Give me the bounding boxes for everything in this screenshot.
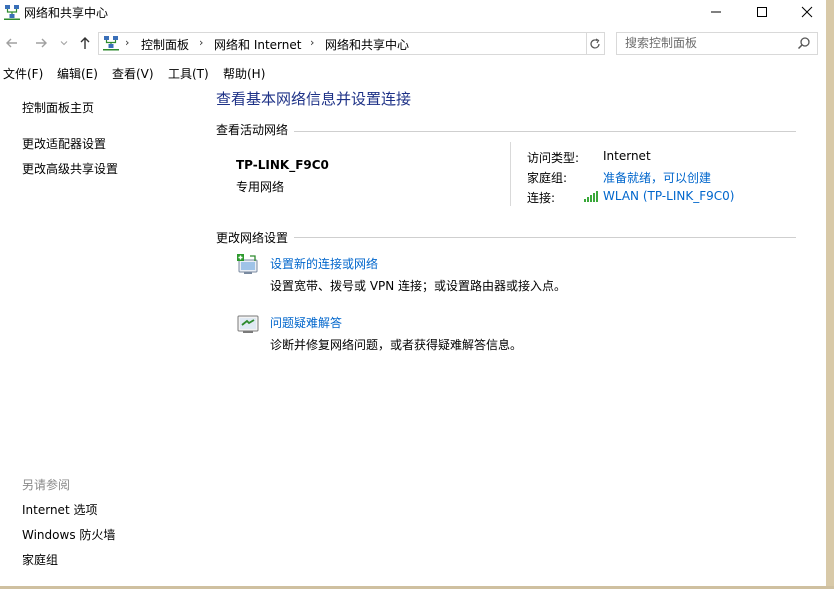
network-info-divider	[510, 142, 511, 206]
connection-label: 连接:	[527, 191, 556, 205]
network-name: TP-LINK_F9C0	[236, 158, 329, 172]
back-button[interactable]	[3, 34, 21, 52]
search-input[interactable]	[625, 35, 795, 51]
menu-view[interactable]: 查看(V)	[112, 65, 154, 82]
network-type: 专用网络	[236, 180, 285, 194]
recent-locations-button[interactable]	[58, 34, 70, 52]
section-divider	[294, 131, 796, 132]
forward-button[interactable]	[32, 34, 50, 52]
breadcrumb-control-panel[interactable]: 控制面板	[141, 36, 189, 53]
breadcrumb-network-sharing-center[interactable]: 网络和共享中心	[325, 36, 409, 53]
control-panel-icon	[103, 36, 119, 51]
title-bar[interactable]: 网络和共享中心	[0, 0, 826, 24]
address-bar[interactable]: › 控制面板 › 网络和 Internet › 网络和共享中心	[98, 32, 675, 55]
breadcrumb-separator-icon[interactable]: ›	[125, 36, 129, 49]
search-box[interactable]	[616, 32, 818, 55]
up-arrow-icon	[80, 37, 90, 49]
forward-arrow-icon	[36, 38, 47, 48]
wifi-signal-icon	[584, 191, 598, 202]
access-type-value: Internet	[603, 149, 651, 163]
troubleshoot-problems-description: 诊断并修复网络问题，或者获得疑难解答信息。	[270, 338, 523, 352]
menu-bar: 文件(F) 编辑(E) 查看(V) 工具(T) 帮助(H)	[0, 62, 826, 82]
homegroup-status-link[interactable]: 准备就绪，可以创建	[603, 169, 711, 186]
network-sharing-center-window: 网络和共享中心 › 控制面板 › 网络和 Internet › 网络和共享中心 …	[0, 0, 834, 589]
internet-options-link[interactable]: Internet 选项	[22, 501, 97, 518]
desktop-edge	[826, 0, 834, 589]
menu-tools[interactable]: 工具(T)	[168, 65, 209, 82]
section-divider	[294, 237, 796, 238]
left-navigation-pane: 控制面板主页 更改适配器设置 更改高级共享设置 另请参阅 Internet 选项…	[0, 82, 205, 586]
troubleshoot-icon	[237, 315, 259, 333]
maximize-button[interactable]	[739, 0, 785, 24]
window-title: 网络和共享中心	[24, 6, 109, 20]
minimize-icon	[711, 11, 721, 13]
menu-edit[interactable]: 编辑(E)	[57, 65, 98, 82]
search-icon[interactable]	[797, 36, 811, 50]
homegroup-label: 家庭组:	[527, 171, 568, 185]
new-connection-icon	[237, 254, 258, 274]
setup-new-connection-description: 设置宽带、拨号或 VPN 连接；或设置路由器或接入点。	[270, 279, 567, 293]
menu-help[interactable]: 帮助(H)	[223, 65, 265, 82]
menu-file[interactable]: 文件(F)	[3, 65, 43, 82]
maximize-icon	[757, 7, 767, 17]
change-network-settings-header: 更改网络设置	[216, 231, 289, 245]
change-advanced-sharing-link[interactable]: 更改高级共享设置	[22, 160, 118, 177]
breadcrumb-network-internet[interactable]: 网络和 Internet	[214, 36, 301, 53]
network-icon	[4, 5, 20, 20]
breadcrumb-separator-icon[interactable]: ›	[310, 36, 314, 49]
up-button[interactable]	[76, 34, 94, 52]
see-also-title: 另请参阅	[22, 478, 71, 492]
connection-wlan-link[interactable]: WLAN (TP-LINK_F9C0)	[603, 189, 734, 203]
navigation-bar: › 控制面板 › 网络和 Internet › 网络和共享中心	[0, 30, 826, 56]
refresh-button[interactable]	[585, 32, 605, 55]
refresh-icon	[589, 37, 600, 49]
homegroup-link[interactable]: 家庭组	[22, 551, 58, 568]
windows-firewall-link[interactable]: Windows 防火墙	[22, 526, 115, 543]
close-icon	[801, 6, 813, 18]
setup-new-connection-link[interactable]: 设置新的连接或网络	[270, 255, 378, 272]
page-title: 查看基本网络信息并设置连接	[216, 90, 412, 108]
change-adapter-settings-link[interactable]: 更改适配器设置	[22, 135, 106, 152]
troubleshoot-problems-link[interactable]: 问题疑难解答	[270, 314, 342, 331]
control-panel-home-link[interactable]: 控制面板主页	[22, 99, 94, 116]
access-type-label: 访问类型:	[527, 151, 580, 165]
close-button[interactable]	[784, 0, 830, 24]
breadcrumb-separator-icon[interactable]: ›	[199, 36, 203, 49]
active-networks-header: 查看活动网络	[216, 123, 289, 137]
chevron-down-icon	[60, 41, 68, 46]
minimize-button[interactable]	[693, 0, 739, 24]
back-arrow-icon	[6, 38, 17, 48]
